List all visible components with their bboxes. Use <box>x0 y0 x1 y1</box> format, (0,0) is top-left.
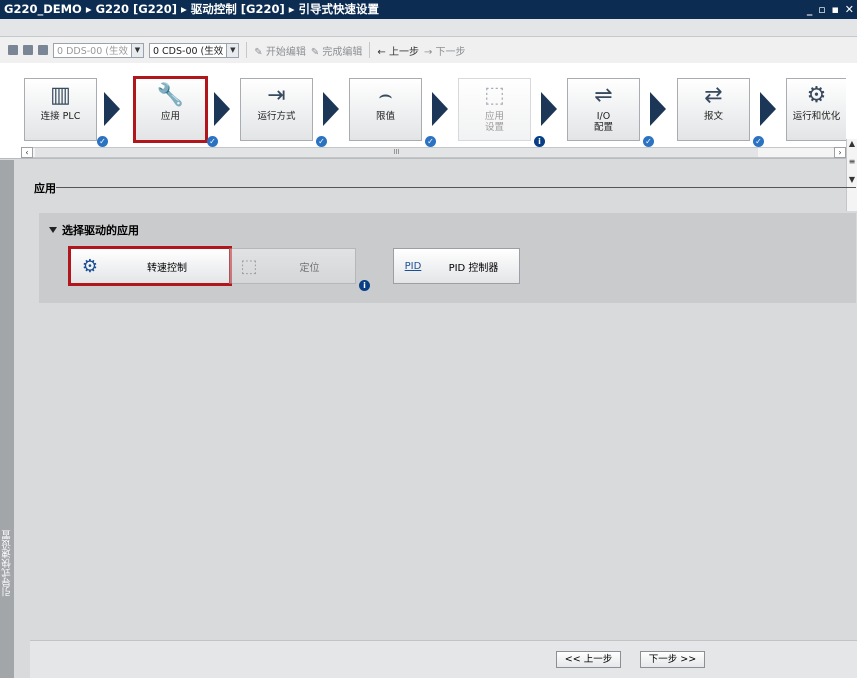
step-operating-mode[interactable]: ⇥ 运行方式 <box>240 78 313 141</box>
toolbar-prev-step[interactable]: ← 上一步 <box>377 43 419 58</box>
step-arrow-icon <box>214 92 230 126</box>
step-arrow-icon <box>760 92 776 126</box>
step-telegram[interactable]: ⇄ 报文 <box>677 78 750 141</box>
positioning-icon: ⬚ <box>240 255 258 277</box>
check-icon: ✓ <box>643 136 654 147</box>
panel-title[interactable]: 选择驱动的应用 <box>49 222 139 238</box>
prev-step-button[interactable]: << 上一步 <box>556 651 621 668</box>
cds-select[interactable]: 0 CDS-00 (生效 ▼ <box>148 42 240 58</box>
toolbar-separator <box>246 42 248 58</box>
speed-control-button[interactable]: ⚙ 转速控制 <box>68 246 232 286</box>
section-title: 应用 <box>34 182 56 195</box>
toolbar-next-step[interactable]: → 下一步 <box>424 43 466 58</box>
plc-icon: ▥ <box>50 82 71 108</box>
chevron-down-icon[interactable]: ▼ <box>130 43 143 57</box>
step-arrow-icon <box>104 92 120 126</box>
positioning-button[interactable]: ⬚ 定位 <box>229 248 356 284</box>
breadcrumb: G220_DEMO ▸ G220 [G220] ▸ 驱动控制 [G220] ▸ … <box>4 2 380 16</box>
title-strip <box>0 19 857 37</box>
pid-icon: PID <box>404 260 422 272</box>
wizard-horizontal-scrollbar[interactable]: ‹ III › <box>21 147 846 158</box>
dds-select[interactable]: 0 DDS-00 (生效 ▼ <box>53 42 144 58</box>
step-arrow-icon <box>650 92 666 126</box>
motor-icon: ⚙ <box>806 82 827 108</box>
step-commissioning[interactable]: ⚙ 运行和优化 <box>786 78 846 141</box>
info-icon: i <box>359 280 370 291</box>
step-application-settings[interactable]: ⬚ 应用 设置 <box>458 78 531 141</box>
info-icon: i <box>534 136 545 147</box>
limits-icon: ⌢ <box>378 82 393 108</box>
check-icon: ✓ <box>753 136 764 147</box>
application-select-panel: 选择驱动的应用 ⚙ 转速控制 ⬚ 定位 i PID PID 控制器 <box>39 213 856 303</box>
toolbar: 0 DDS-00 (生效 ▼ 0 CDS-00 (生效 ▼ ✎ 开始编辑 ✎ 完成编… <box>0 37 857 63</box>
step-application[interactable]: 🔧 应用 <box>133 76 208 143</box>
application-settings-icon: ⬚ <box>484 82 505 108</box>
step-arrow-icon <box>541 92 557 126</box>
scroll-left-icon[interactable]: ‹ <box>21 147 33 158</box>
wizard-steps: ▥ 连接 PLC ✓ 🔧 应用 ✓ ⇥ 运行方式 ✓ ⌢ 限值 ✓ ⬚ 应用 设… <box>0 63 857 211</box>
connect-icon[interactable] <box>38 45 48 55</box>
step-io-config[interactable]: ⇌ I/O 配置 <box>567 78 640 141</box>
pid-controller-button[interactable]: PID PID 控制器 <box>393 248 520 284</box>
wrench-icon: 🔧 <box>156 82 185 108</box>
window-controls[interactable]: _ ▫ ▪ ✕ <box>807 0 855 19</box>
title-bar: G220_DEMO ▸ G220 [G220] ▸ 驱动控制 [G220] ▸ … <box>0 0 857 19</box>
check-icon: ✓ <box>97 136 108 147</box>
step-limits[interactable]: ⌢ 限值 <box>349 78 422 141</box>
section-divider <box>56 187 856 188</box>
step-arrow-icon <box>323 92 339 126</box>
chevron-down-icon[interactable]: ▼ <box>226 43 239 57</box>
start-edit-button[interactable]: ✎ 开始编辑 <box>254 43 306 58</box>
device-icon[interactable] <box>8 45 18 55</box>
side-tab-guided-setup[interactable]: 引导式快速设置 <box>0 160 14 678</box>
scroll-right-icon[interactable]: › <box>834 147 846 158</box>
step-arrow-icon <box>432 92 448 126</box>
finish-edit-button[interactable]: ✎ 完成编辑 <box>311 43 363 58</box>
footer-bar: << 上一步 下一步 >> <box>30 640 857 678</box>
check-icon: ✓ <box>316 136 327 147</box>
telegram-icon: ⇄ <box>704 82 723 108</box>
check-icon: ✓ <box>425 136 436 147</box>
toolbar-separator <box>369 42 371 58</box>
operating-mode-icon: ⇥ <box>267 82 286 108</box>
step-connect-plc[interactable]: ▥ 连接 PLC <box>24 78 97 141</box>
check-icon: ✓ <box>207 136 218 147</box>
next-step-button[interactable]: 下一步 >> <box>640 651 705 668</box>
io-config-icon: ⇌ <box>594 82 613 108</box>
wizard-vertical-scrollbar[interactable]: ▲ ≡ ▼ <box>846 139 857 211</box>
collapse-icon[interactable] <box>49 227 57 233</box>
scroll-thumb[interactable]: III <box>35 148 758 157</box>
network-icon[interactable] <box>23 45 33 55</box>
speed-control-icon: ⚙ <box>81 255 99 277</box>
